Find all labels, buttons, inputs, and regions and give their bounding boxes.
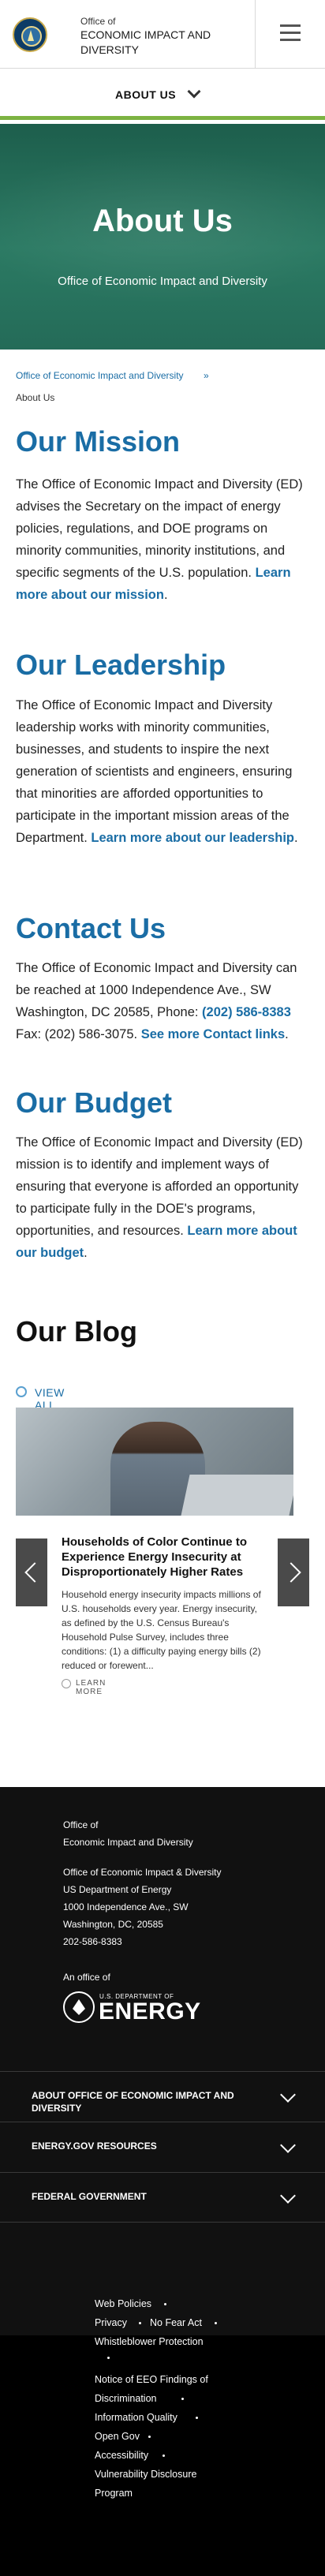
office-title-line-1[interactable]: ECONOMIC IMPACT AND <box>80 28 238 43</box>
footer-link-eeo-line-2[interactable]: Discrimination <box>95 2393 157 2404</box>
budget-text: The Office of Economic Impact and Divers… <box>16 1131 309 1264</box>
hero-banner: About Us Office of Economic Impact and D… <box>0 124 325 350</box>
contact-links-link[interactable]: See more Contact links <box>141 1027 285 1041</box>
header-divider <box>255 0 256 69</box>
footer-link-no-fear-act[interactable]: No Fear Act <box>150 2313 202 2332</box>
chevron-down-icon[interactable] <box>280 2087 296 2103</box>
footer-address-line: US Department of Energy <box>63 1884 172 1895</box>
mission-body: The Office of Economic Impact and Divers… <box>16 477 303 580</box>
hamburger-bar <box>280 39 301 41</box>
about-us-dropdown-label[interactable]: ABOUT US <box>115 88 176 101</box>
leadership-heading: Our Leadership <box>16 649 226 681</box>
footer-accordion-resources[interactable]: ENERGY.GOV RESOURCES <box>0 2122 325 2172</box>
footer-link-information-quality[interactable]: Information Quality <box>95 2408 177 2427</box>
contact-heading: Contact Us <box>16 912 166 944</box>
footer-accordion-about[interactable]: ABOUT OFFICE OF ECONOMIC IMPACT AND DIVE… <box>0 2071 325 2122</box>
doe-logo-big-text: ENERGY <box>99 1998 201 2025</box>
footer-link-whistleblower[interactable]: Whistleblower Protection <box>95 2332 204 2351</box>
footer-an-office-of: An office of <box>63 1972 110 1983</box>
carousel-prev-button[interactable] <box>16 1538 47 1606</box>
carousel-next-button[interactable] <box>278 1538 309 1606</box>
footer-accordion-about-label[interactable]: ABOUT OFFICE OF ECONOMIC IMPACT AND DIVE… <box>32 2089 245 2114</box>
footer-link-vdp[interactable]: Vulnerability Disclosure Program <box>95 2465 196 2503</box>
doe-seal-icon <box>63 1991 95 2023</box>
footer-link-separator <box>107 2357 110 2359</box>
footer-link-separator <box>196 2417 198 2419</box>
hamburger-menu-icon[interactable] <box>280 24 301 42</box>
footer-link-separator <box>215 2322 217 2324</box>
blog-card-title[interactable]: Households of Color Continue to Experien… <box>62 1535 268 1580</box>
footer-link-separator <box>148 2436 151 2438</box>
footer-accordion-resources-label[interactable]: ENERGY.GOV RESOURCES <box>32 2140 245 2152</box>
circle-arrow-icon <box>16 1386 27 1397</box>
page-subtitle: Office of Economic Impact and Diversity <box>58 275 267 288</box>
footer-office-of[interactable]: Office of <box>63 1816 98 1834</box>
footer-phone[interactable]: 202-586-8383 <box>63 1933 122 1950</box>
footer-link-eeo[interactable]: Notice of EEO Findings of Discrimination <box>95 2370 208 2408</box>
mission-heading: Our Mission <box>16 425 181 458</box>
footer-link-vdp-line-1[interactable]: Vulnerability Disclosure <box>95 2469 196 2480</box>
page-title: About Us <box>92 204 233 238</box>
hamburger-bar <box>280 32 301 34</box>
footer-link-web-policies[interactable]: Web Policies <box>95 2294 151 2313</box>
leadership-end: . <box>294 831 298 845</box>
contact-fax: Fax: (202) 586-3075. <box>16 1027 141 1041</box>
footer-address-line: Washington, DC, 20585 <box>63 1919 163 1930</box>
blog-post-image[interactable] <box>16 1408 293 1516</box>
image-laptop <box>181 1475 293 1516</box>
doe-logo[interactable]: U.S. DEPARTMENT OF ENERGY <box>63 1991 201 2026</box>
footer-link-vdp-line-2[interactable]: Program <box>95 2488 133 2499</box>
budget-end: . <box>84 1246 88 1260</box>
blog-heading: Our Blog <box>16 1315 137 1348</box>
footer-office-name[interactable]: Economic Impact and Diversity <box>63 1834 193 1851</box>
blog-card-excerpt: Household energy insecurity impacts mill… <box>62 1589 261 1671</box>
footer-address-line: 1000 Independence Ave., SW <box>63 1901 189 1912</box>
leadership-body: The Office of Economic Impact and Divers… <box>16 698 293 845</box>
leadership-text: The Office of Economic Impact and Divers… <box>16 694 309 849</box>
about-us-dropdown[interactable]: ABOUT US <box>0 69 325 120</box>
contact-text: The Office of Economic Impact and Divers… <box>16 957 309 1045</box>
contact-phone-link[interactable]: (202) 586-8383 <box>202 1005 291 1019</box>
office-title-line-2[interactable]: DIVERSITY <box>80 43 238 58</box>
breadcrumb-link-office[interactable]: Office of Economic Impact and Diversity <box>16 370 184 381</box>
circle-arrow-icon <box>62 1679 71 1688</box>
learn-more-label[interactable]: LEARN MORE <box>76 1679 106 1696</box>
chevron-down-icon[interactable] <box>187 84 201 99</box>
footer-link-accessibility[interactable]: Accessibility <box>95 2446 148 2465</box>
chevron-down-icon[interactable] <box>280 2188 296 2204</box>
site-header: Office of ECONOMIC IMPACT AND DIVERSITY <box>0 0 325 69</box>
footer-accordion-federal[interactable]: FEDERAL GOVERNMENT <box>0 2172 325 2223</box>
mission-end: . <box>163 588 168 602</box>
blog-card: Households of Color Continue to Experien… <box>47 1524 278 1697</box>
budget-heading: Our Budget <box>16 1086 172 1119</box>
office-label-small[interactable]: Office of <box>80 16 115 27</box>
footer-link-separator <box>139 2322 141 2324</box>
footer-link-privacy[interactable]: Privacy <box>95 2313 127 2332</box>
footer-link-open-gov[interactable]: Open Gov <box>95 2427 140 2446</box>
contact-end: . <box>285 1027 289 1041</box>
breadcrumb-current: About Us <box>16 392 55 403</box>
footer-address-line: Office of Economic Impact & Diversity <box>63 1867 222 1878</box>
leadership-learn-more-link[interactable]: Learn more about our leadership <box>91 831 294 845</box>
hamburger-bar <box>280 24 301 27</box>
footer-accordion-federal-label[interactable]: FEDERAL GOVERNMENT <box>32 2190 245 2203</box>
footer-link-separator <box>162 2454 165 2457</box>
breadcrumb-separator: » <box>204 370 209 381</box>
footer-link-eeo-line-1[interactable]: Notice of EEO Findings of <box>95 2374 208 2385</box>
doe-seal-icon[interactable] <box>13 17 47 52</box>
footer-link-separator <box>181 2398 184 2400</box>
mission-text: The Office of Economic Impact and Divers… <box>16 473 309 606</box>
footer-link-separator <box>164 2303 166 2305</box>
chevron-down-icon[interactable] <box>280 2137 296 2153</box>
budget-body: The Office of Economic Impact and Divers… <box>16 1135 303 1238</box>
office-title[interactable]: ECONOMIC IMPACT AND DIVERSITY <box>80 28 238 58</box>
